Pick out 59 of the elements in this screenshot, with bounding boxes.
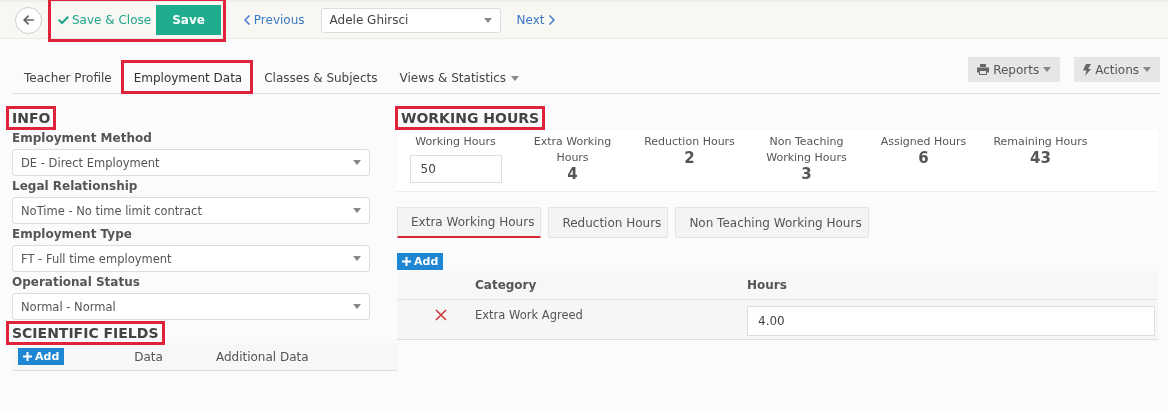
add-button[interactable]: Add xyxy=(18,348,65,365)
field-label: Operational Status xyxy=(12,275,141,289)
chevron-right-icon xyxy=(548,15,555,25)
field-label: Legal Relationship xyxy=(12,179,139,193)
stat-label: Remaining Hours xyxy=(993,134,1088,150)
stat-label: Working Hours xyxy=(415,134,496,150)
tab[interactable]: Classes & Subjects xyxy=(252,61,388,93)
working-hours-input[interactable]: 50 xyxy=(409,155,502,183)
plus-icon xyxy=(23,352,32,361)
caret-icon xyxy=(483,17,492,23)
chevron-left-icon xyxy=(243,15,250,25)
dropdown-field[interactable]: FT - Full time employment xyxy=(12,245,370,272)
column-header: Data xyxy=(134,349,163,364)
stat-value: 43 xyxy=(1030,150,1051,166)
caret-icon xyxy=(353,208,361,213)
stat-label: Non Teaching Working Hours xyxy=(765,134,848,166)
stat-value: 4 xyxy=(567,166,578,182)
caret-icon xyxy=(353,256,361,261)
previous-link[interactable]: Previous xyxy=(237,12,311,28)
tab[interactable]: Reduction Hours xyxy=(548,207,669,238)
tab[interactable]: Teacher Profile xyxy=(12,61,122,93)
stat-label: Extra Working Hours xyxy=(532,134,613,166)
dropdown-field[interactable]: DE - Direct Employment xyxy=(12,149,370,176)
column-header: Additional Data xyxy=(215,349,309,364)
field-label: Employment Type xyxy=(12,227,133,241)
caret-icon xyxy=(353,160,361,165)
section-title: INFO xyxy=(8,108,55,128)
field-label: Employment Method xyxy=(12,131,153,145)
hours-input[interactable]: 4.00 xyxy=(747,306,1155,336)
tab[interactable]: Employment Data xyxy=(121,61,253,93)
stat-value: 3 xyxy=(801,166,812,182)
caret-icon xyxy=(353,304,361,309)
reports-button[interactable]: Reports xyxy=(968,57,1061,82)
column-header: Hours xyxy=(747,278,788,292)
tab[interactable]: Views & Statistics xyxy=(387,61,530,93)
dropdown-field[interactable]: NoTime - No time limit contract xyxy=(12,197,370,224)
section-title: SCIENTIFIC FIELDS xyxy=(8,323,163,343)
next-link[interactable]: Next xyxy=(510,12,561,28)
tab[interactable]: Extra Working Hours xyxy=(397,207,542,238)
actions-button[interactable]: Actions xyxy=(1074,57,1160,82)
stat-value: 6 xyxy=(918,150,929,166)
stat-label: Reduction Hours xyxy=(644,134,735,150)
teacher-select[interactable]: Adele Ghirsci xyxy=(320,7,501,33)
dropdown-field[interactable]: Normal - Normal xyxy=(12,293,370,320)
caret-icon xyxy=(1143,67,1151,72)
section-title: WORKING HOURS xyxy=(397,108,544,128)
tab[interactable]: Non Teaching Working Hours xyxy=(675,207,869,238)
add-button[interactable]: Add xyxy=(397,253,444,270)
back-arrow-icon xyxy=(23,15,34,25)
check-icon xyxy=(58,15,69,25)
stat-label: Assigned Hours xyxy=(880,134,967,150)
stat-value: 2 xyxy=(684,150,695,166)
lightning-icon xyxy=(1083,63,1092,76)
back-button[interactable] xyxy=(15,6,42,34)
caret-icon xyxy=(1043,67,1052,72)
plus-icon xyxy=(402,257,411,266)
column-header: Category xyxy=(475,278,538,292)
printer-icon xyxy=(977,64,990,75)
table-cell-text: Extra Work Agreed xyxy=(475,308,584,322)
